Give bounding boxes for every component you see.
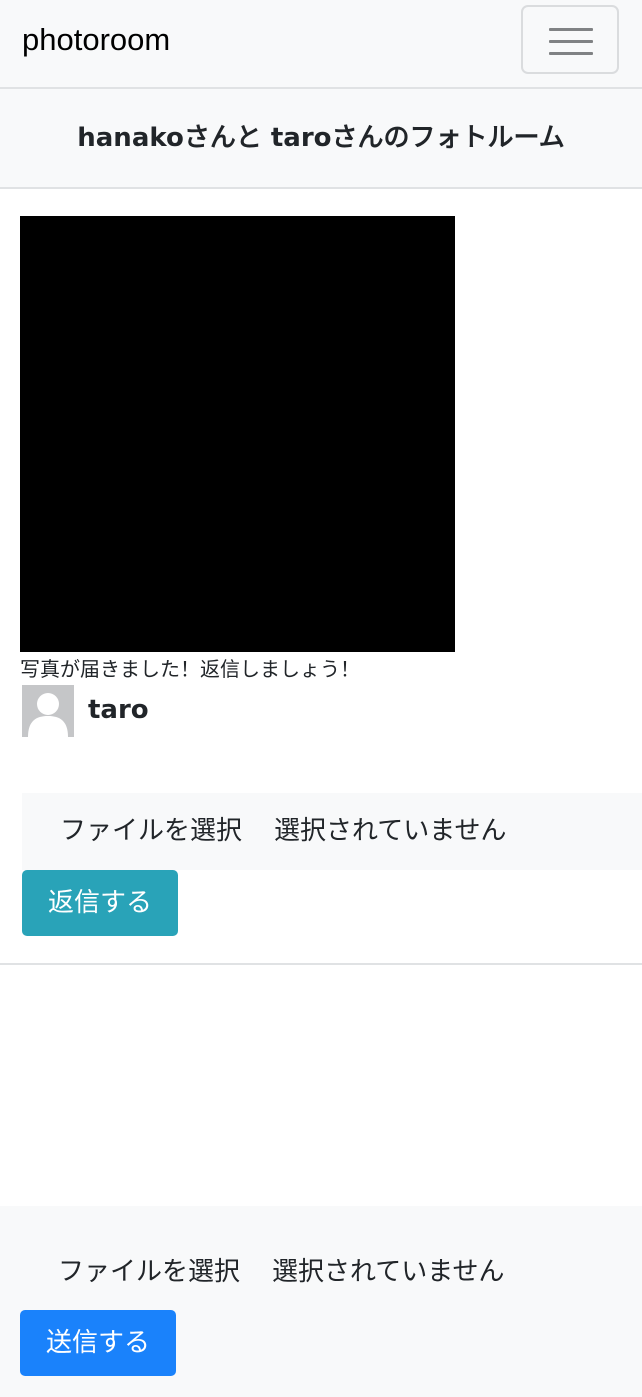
- room-title: hanakoさんと taroさんのフォトルーム: [77, 123, 565, 153]
- received-photo: [20, 216, 455, 652]
- send-file-status: 選択されていません: [272, 1257, 505, 1287]
- brand-link[interactable]: photoroom: [22, 20, 170, 60]
- room-header: hanakoさんと taroさんのフォトルーム: [0, 89, 642, 189]
- send-photo-form: ファイルを選択 選択されていません 送信する: [0, 1206, 642, 1397]
- default-user-avatar-icon: [22, 685, 74, 737]
- message-caption: 写真が届きました！返信しましょう！: [20, 657, 360, 681]
- reply-file-choose-button[interactable]: ファイルを選択: [60, 811, 242, 851]
- reply-button[interactable]: 返信する: [22, 870, 178, 936]
- reply-file-input[interactable]: ファイルを選択 選択されていません: [22, 793, 642, 870]
- hamburger-bar: [549, 28, 593, 31]
- send-file-choose-button[interactable]: ファイルを選択: [58, 1252, 240, 1292]
- hamburger-bar: [549, 52, 593, 55]
- hamburger-bar: [549, 40, 593, 43]
- navbar: photoroom: [0, 0, 642, 89]
- navbar-toggler-button[interactable]: [521, 5, 619, 74]
- reply-file-status: 選択されていません: [274, 816, 507, 846]
- sender-name: taro: [88, 695, 149, 725]
- message-card: 写真が届きました！返信しましょう！ taro ファイルを選択 選択されていません…: [0, 189, 642, 965]
- avatar-silhouette: [22, 685, 74, 737]
- send-file-input[interactable]: ファイルを選択 選択されていません: [20, 1252, 620, 1292]
- send-button[interactable]: 送信する: [20, 1310, 176, 1376]
